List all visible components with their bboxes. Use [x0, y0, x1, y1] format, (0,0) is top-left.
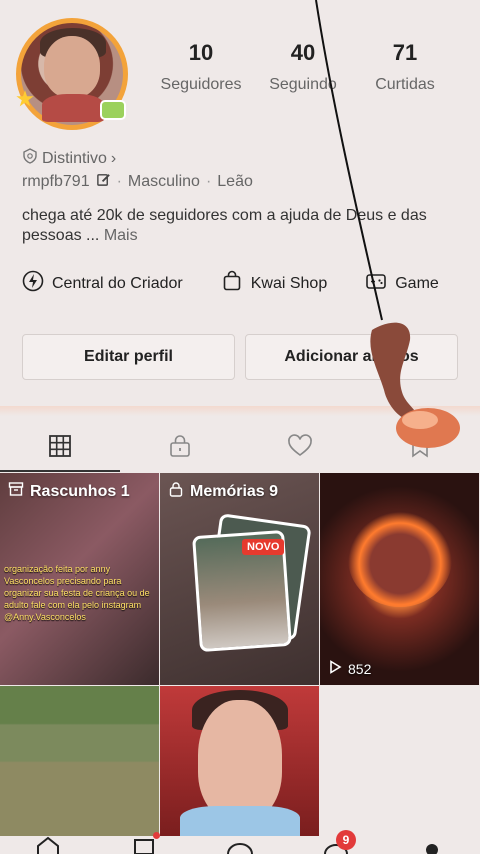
game-button[interactable]: Game: [365, 270, 439, 297]
edit-profile-button[interactable]: Editar perfil: [22, 334, 235, 380]
bottom-navigation: 9: [0, 830, 480, 854]
tab-posts[interactable]: [0, 424, 120, 472]
followers-count: 10: [188, 40, 214, 65]
draft-caption: organização feita por anny Vasconcelos p…: [4, 564, 150, 622]
followers-label: Seguidores: [160, 76, 242, 93]
heart-icon: [287, 433, 313, 464]
bookmark-icon: [407, 433, 433, 464]
tab-liked[interactable]: [240, 424, 360, 472]
avatar-face: [44, 36, 100, 98]
selfie-tile[interactable]: [160, 686, 319, 836]
username: rmpfb791: [22, 173, 90, 190]
heart-frame: [348, 511, 452, 607]
create-icon[interactable]: [226, 836, 254, 854]
separator-dot: ·: [116, 173, 122, 190]
edit-icon[interactable]: [96, 172, 111, 192]
chevron-right-icon: ›: [110, 149, 117, 167]
lightning-icon: [22, 270, 44, 297]
profile-stats: 10 Seguidores 40 Seguindo 71 Curtidas: [150, 40, 470, 94]
bio-more-link[interactable]: Mais: [104, 227, 138, 244]
avatar-shirt: [42, 94, 104, 122]
view-count-value: 852: [348, 660, 372, 677]
drafts-tile[interactable]: Rascunhos 1 organização feita por anny V…: [0, 473, 159, 685]
profile-meta: rmpfb791 · Masculino · Leão: [22, 172, 253, 192]
grid-icon: [47, 433, 73, 464]
shopping-bag-icon: [221, 270, 243, 297]
drafts-label: Rascunhos 1: [30, 482, 130, 500]
lock-icon: [167, 433, 193, 464]
gender: Masculino: [127, 173, 200, 190]
play-icon: [328, 660, 342, 677]
profile-avatar[interactable]: [16, 18, 128, 130]
archive-icon: [8, 481, 24, 502]
likes-count: 71: [392, 40, 418, 65]
tools-row: Central do Criador Kwai Shop Game: [22, 270, 439, 297]
profile-bio: chega até 20k de seguidores com a ajuda …: [22, 206, 462, 246]
following-label: Seguindo: [269, 76, 337, 93]
tab-saved[interactable]: [360, 424, 480, 472]
creator-center-label: Central do Criador: [52, 274, 183, 292]
memories-title: Memórias 9: [168, 481, 278, 502]
likes-label: Curtidas: [375, 76, 435, 93]
badge-link[interactable]: Distintivo ›: [22, 148, 116, 169]
messages-icon[interactable]: 9: [322, 830, 356, 854]
tab-private[interactable]: [120, 424, 240, 472]
badge-icon: [22, 148, 38, 169]
kwai-shop-label: Kwai Shop: [250, 274, 328, 292]
bio-text: chega até 20k de seguidores com a ajuda …: [22, 207, 427, 244]
profile-actions: Editar perfil Adicionar amigos: [22, 334, 458, 380]
view-count: 852: [328, 660, 371, 677]
add-friends-button[interactable]: Adicionar amigos: [245, 334, 458, 380]
drafts-title: Rascunhos 1: [8, 481, 130, 502]
notification-dot: [153, 832, 160, 839]
lock-icon: [168, 481, 184, 502]
selfie-face: [198, 700, 282, 820]
badge-label: Distintivo: [42, 149, 107, 167]
profile-icon[interactable]: [418, 836, 446, 854]
game-label: Game: [395, 274, 439, 292]
messages-badge: 9: [336, 830, 356, 850]
content-tabs: [0, 424, 480, 472]
memories-label: Memórias 9: [190, 482, 279, 500]
stat-following[interactable]: 40 Seguindo: [252, 40, 354, 94]
camera-sticker-icon: [100, 100, 126, 120]
gamepad-icon: [365, 270, 387, 297]
creator-center-button[interactable]: Central do Criador: [22, 270, 183, 297]
stat-followers[interactable]: 10 Seguidores: [150, 40, 252, 94]
selfie-shirt: [180, 806, 300, 836]
home-icon[interactable]: [34, 836, 62, 854]
section-divider: [0, 406, 480, 416]
memories-tile[interactable]: Memórias 9 NOVO: [160, 473, 319, 685]
new-badge: NOVO: [242, 539, 285, 555]
field-photo-tile[interactable]: [0, 686, 159, 836]
video-tile[interactable]: 852: [320, 473, 479, 685]
kwai-shop-button[interactable]: Kwai Shop: [221, 270, 328, 297]
separator-dot: ·: [205, 173, 212, 190]
discover-icon[interactable]: [130, 832, 160, 854]
stat-likes[interactable]: 71 Curtidas: [354, 40, 456, 94]
zodiac-sign: Leão: [217, 173, 253, 190]
following-count: 40: [290, 40, 316, 65]
